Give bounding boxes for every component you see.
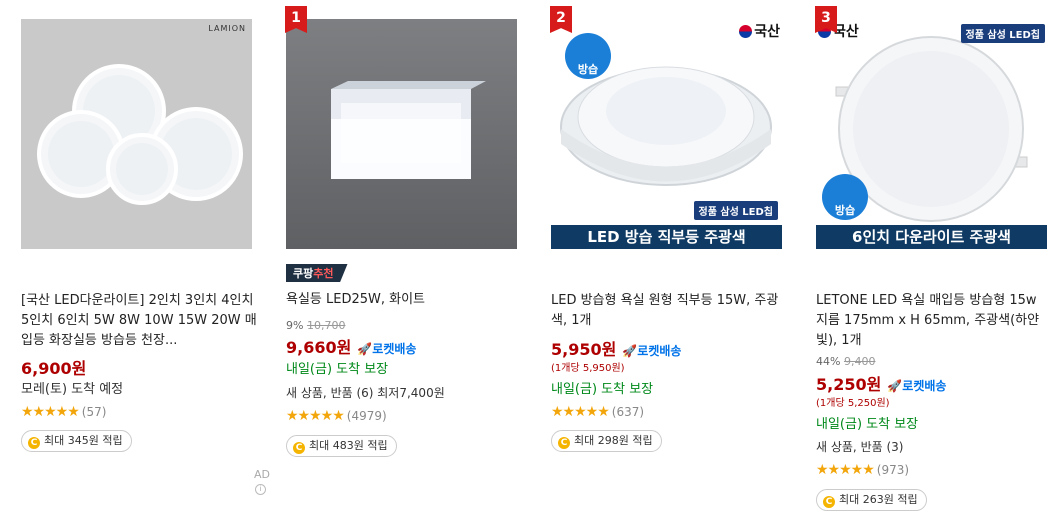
korea-flag-icon	[739, 25, 753, 38]
product-title[interactable]: LETONE LED 욕실 매입등 방습형 15w 지름 175mm x H 6…	[816, 291, 1052, 351]
samsung-led-badge: 정품 삼성 LED칩	[960, 24, 1045, 43]
product-card[interactable]: 3 국산 정품 삼성 LED칩 방습 6인치 다운라이트 주광색 LETONE …	[815, 0, 1057, 515]
image-brand-text: LAMION	[208, 24, 246, 33]
product-price: 5,950원	[551, 340, 617, 359]
rocket-delivery-badge: 🚀로켓배송	[357, 342, 417, 356]
ad-label[interactable]: ADi	[254, 468, 271, 495]
product-title[interactable]: [국산 LED다운라이트] 2인치 3인치 4인치 5인치 6인치 5W 8W …	[21, 291, 257, 351]
points-badge: C 최대 345원 적립	[21, 430, 132, 452]
product-image[interactable]: 국산 방습 정품 삼성 LED칩 LED 방습 직부등 주광색	[551, 19, 782, 249]
rating-count: (973)	[876, 463, 910, 477]
unit-price: (1개당 5,950원)	[551, 363, 625, 374]
rocket-icon: 🚀	[887, 379, 903, 393]
arrival-text: 내일(금) 도착 보장	[816, 417, 919, 432]
star-rating: ★★★★★	[816, 462, 875, 478]
rocket-icon: 🚀	[622, 344, 638, 358]
korea-flag-label: 국산	[739, 21, 780, 41]
coupang-recommend-badge: 쿠팡추천	[286, 264, 348, 282]
rating-count: (57)	[81, 405, 107, 419]
rocket-delivery-badge: 🚀로켓배송	[622, 344, 682, 358]
product-price: 6,900원	[21, 359, 87, 378]
arrival-text: 내일(금) 도착 보장	[286, 362, 389, 377]
points-badge: C 최대 483원 적립	[286, 435, 397, 457]
rating-count: (637)	[611, 405, 645, 419]
product-image[interactable]: 국산 정품 삼성 LED칩 방습 6인치 다운라이트 주광색	[816, 19, 1047, 249]
coin-icon: C	[823, 496, 835, 508]
image-banner: 6인치 다운라이트 주광색	[816, 225, 1047, 249]
wall-lamp-illustration	[331, 81, 486, 179]
product-image[interactable]: LAMION	[21, 19, 252, 249]
product-title[interactable]: 욕실등 LED25W, 화이트	[286, 290, 522, 310]
moisture-proof-badge: 방습	[565, 33, 611, 79]
info-icon[interactable]: i	[255, 484, 266, 495]
extra-info: 새 상품, 반품 (3)	[816, 440, 904, 454]
product-image[interactable]	[286, 19, 517, 249]
unit-price: (1개당 5,250원)	[816, 398, 890, 409]
arrival-text: 내일(금) 도착 보장	[551, 382, 654, 397]
rocket-icon: 🚀	[357, 342, 373, 356]
points-badge: C 최대 298원 적립	[551, 430, 662, 452]
rocket-delivery-badge: 🚀로켓배송	[887, 379, 947, 393]
product-card[interactable]: 2 국산 방습 정품 삼성 LED칩 LED 방습 직부등 주광색 LED 방습…	[550, 0, 801, 515]
extra-info: 새 상품, 반품 (6) 최저7,400원	[286, 386, 445, 400]
downlight-set-illustration	[37, 64, 243, 205]
product-card[interactable]: LAMION [국산 LED다운라이트] 2인치 3인치 4인치 5인치 6인치…	[21, 0, 271, 515]
moisture-proof-badge: 방습	[822, 174, 868, 220]
coin-icon: C	[293, 442, 305, 454]
original-price: 10,700	[306, 319, 346, 332]
discount-rate: 44%	[816, 355, 841, 368]
star-rating: ★★★★★	[21, 404, 80, 420]
rating-count: (4979)	[346, 409, 387, 423]
product-grid: LAMION [국산 LED다운라이트] 2인치 3인치 4인치 5인치 6인치…	[0, 0, 1057, 515]
product-title[interactable]: LED 방습형 욕실 원형 직부등 15W, 주광색, 1개	[551, 291, 787, 331]
product-card[interactable]: 1 쿠팡추천 욕실등 LED25W, 화이트 9% 10,700 9,660원 🚀…	[285, 0, 536, 515]
coin-icon: C	[28, 437, 40, 449]
points-badge: C 최대 263원 적립	[816, 489, 927, 511]
arrival-text: 모레(토) 도착 예정	[21, 382, 124, 397]
product-price: 9,660원	[286, 338, 352, 357]
image-banner: LED 방습 직부등 주광색	[551, 225, 782, 249]
samsung-led-badge: 정품 삼성 LED칩	[693, 201, 778, 220]
original-price: 9,400	[843, 355, 876, 368]
product-price: 5,250원	[816, 375, 882, 394]
star-rating: ★★★★★	[551, 404, 610, 420]
coin-icon: C	[558, 437, 570, 449]
star-rating: ★★★★★	[286, 408, 345, 424]
discount-rate: 9%	[286, 319, 304, 332]
